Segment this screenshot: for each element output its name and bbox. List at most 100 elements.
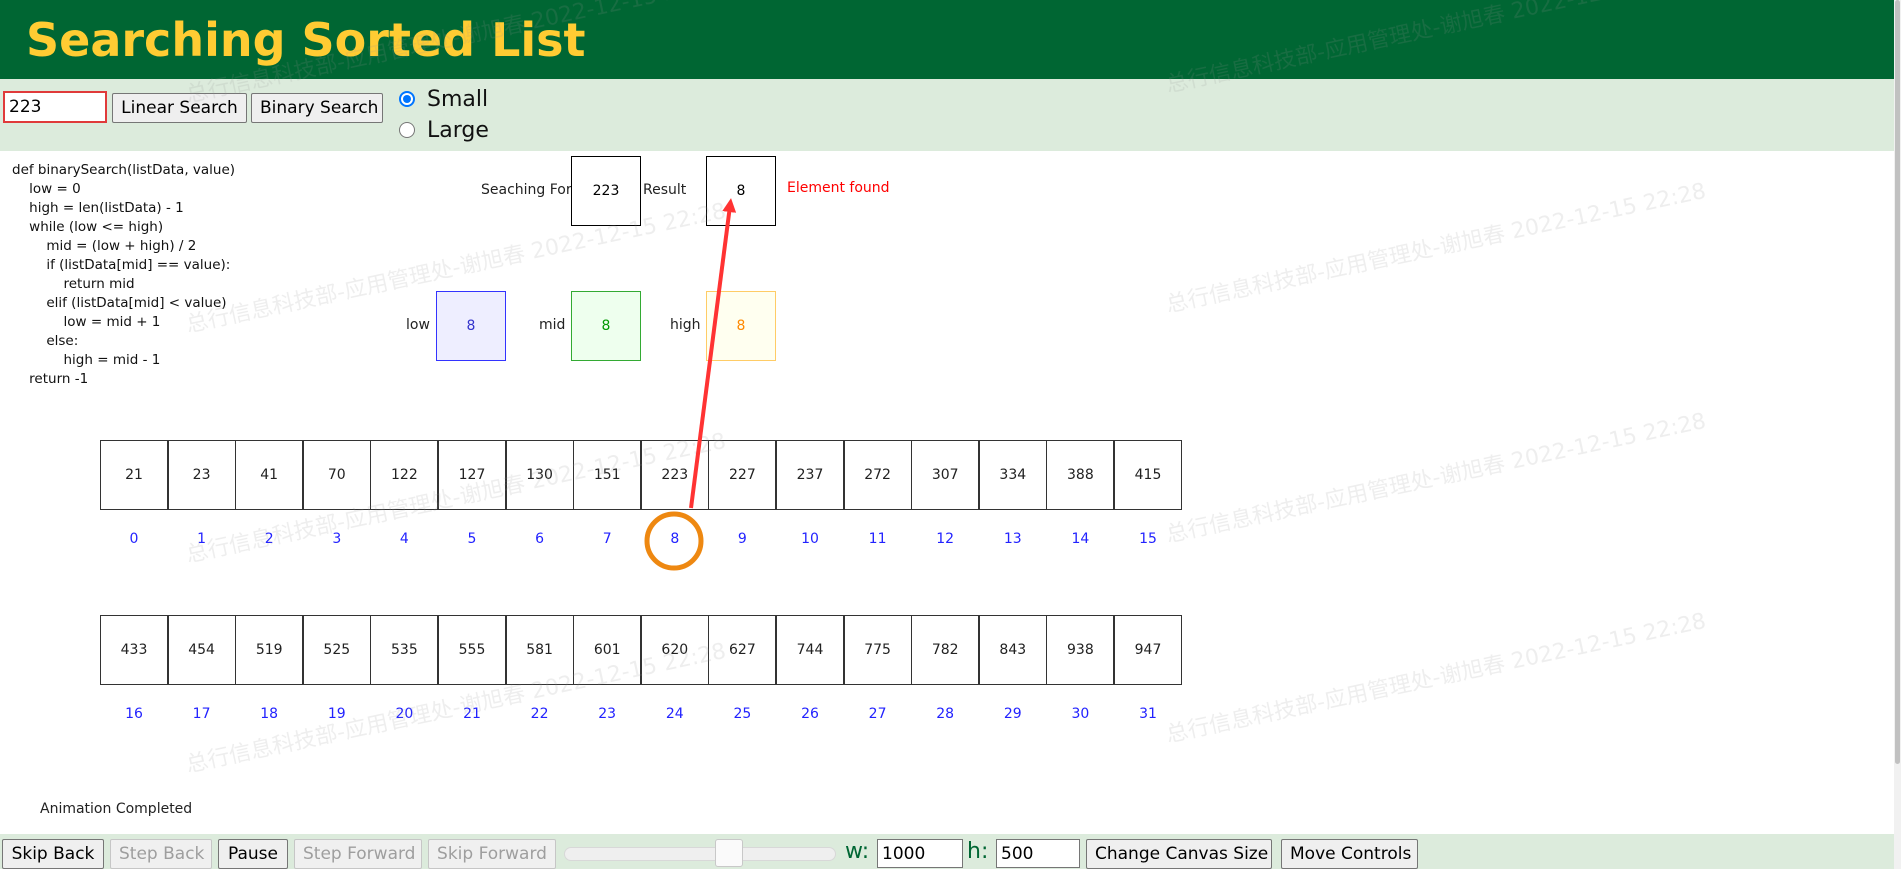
code-line: return mid bbox=[12, 276, 135, 292]
change-canvas-size-button[interactable]: Change Canvas Size bbox=[1086, 839, 1272, 869]
code-line: return -1 bbox=[12, 371, 89, 387]
list-cell: 151 bbox=[573, 440, 642, 510]
list-index: 8 bbox=[670, 531, 680, 547]
result-value: 8 bbox=[736, 183, 746, 199]
list-cell: 130 bbox=[505, 440, 574, 510]
list-cell: 555 bbox=[438, 615, 506, 685]
list-index: 0 bbox=[129, 531, 139, 547]
list-cell: 415 bbox=[1114, 440, 1182, 510]
list-cell: 433 bbox=[100, 615, 168, 685]
list-index: 3 bbox=[332, 531, 342, 547]
list-cell: 41 bbox=[235, 440, 304, 510]
height-label: h: bbox=[967, 839, 989, 864]
binary-search-button[interactable]: Binary Search bbox=[251, 93, 383, 123]
radio-small-label: Small bbox=[427, 87, 489, 112]
list-cell: 535 bbox=[370, 615, 439, 685]
list-index: 30 bbox=[1071, 706, 1090, 722]
slider-track bbox=[564, 847, 836, 861]
watermark-text: 总行信息科技部-应用管理处-谢旭春 2022-12-15 22:28 bbox=[1163, 178, 1709, 318]
code-line: if (listData[mid] == value): bbox=[12, 257, 231, 273]
code-line: def binarySearch(listData, value) bbox=[12, 162, 236, 178]
search-value-input[interactable] bbox=[3, 91, 107, 123]
list-index: 24 bbox=[665, 706, 684, 722]
result-message: Element found bbox=[787, 180, 890, 196]
list-cell: 70 bbox=[302, 440, 371, 510]
slider-thumb[interactable] bbox=[715, 839, 744, 867]
list-index: 21 bbox=[463, 706, 481, 722]
list-cell: 782 bbox=[911, 615, 980, 685]
list-index: 1 bbox=[197, 531, 207, 547]
list-cell: 122 bbox=[370, 440, 439, 510]
result-box: 8 bbox=[706, 156, 776, 226]
low-label: low bbox=[406, 317, 430, 333]
code-line: elif (listData[mid] < value) bbox=[12, 295, 227, 311]
list-index: 25 bbox=[733, 706, 752, 722]
move-controls-button[interactable]: Move Controls bbox=[1281, 839, 1418, 869]
list-cell: 775 bbox=[843, 615, 912, 685]
list-index: 2 bbox=[264, 531, 274, 547]
list-index: 28 bbox=[936, 706, 955, 722]
list-index: 7 bbox=[602, 531, 612, 547]
code-line: high = mid - 1 bbox=[12, 352, 161, 368]
list-index: 10 bbox=[801, 531, 819, 547]
status-text: Animation Completed bbox=[40, 801, 193, 817]
list-cell: 307 bbox=[911, 440, 980, 510]
list-cell: 223 bbox=[640, 440, 709, 510]
list-index: 13 bbox=[1003, 531, 1022, 547]
list-index: 26 bbox=[801, 706, 819, 722]
list-index: 27 bbox=[868, 706, 887, 722]
linear-search-button[interactable]: Linear Search bbox=[112, 93, 247, 123]
list-cell: 127 bbox=[438, 440, 506, 510]
skip-forward-button[interactable]: Skip Forward bbox=[428, 839, 556, 869]
radio-small[interactable] bbox=[399, 91, 415, 107]
low-value: 8 bbox=[466, 318, 476, 334]
list-index: 6 bbox=[535, 531, 545, 547]
step-back-button[interactable]: Step Back bbox=[110, 839, 212, 869]
code-line: while (low <= high) bbox=[12, 219, 164, 235]
list-index: 5 bbox=[467, 531, 477, 547]
list-index: 22 bbox=[530, 706, 549, 722]
list-cell: 744 bbox=[776, 615, 844, 685]
code-line: low = mid + 1 bbox=[12, 314, 161, 330]
list-cell: 525 bbox=[302, 615, 371, 685]
canvas-height-input[interactable] bbox=[996, 839, 1080, 868]
skip-back-button[interactable]: Skip Back bbox=[2, 839, 104, 869]
pause-button[interactable]: Pause bbox=[218, 839, 288, 869]
list-cell: 272 bbox=[843, 440, 912, 510]
list-cell: 843 bbox=[978, 615, 1047, 685]
list-index: 15 bbox=[1139, 531, 1157, 547]
list-cell: 620 bbox=[640, 615, 709, 685]
code-line: high = len(listData) - 1 bbox=[12, 200, 184, 216]
high-value: 8 bbox=[736, 318, 746, 334]
list-index: 16 bbox=[125, 706, 143, 722]
code-line: mid = (low + high) / 2 bbox=[12, 238, 197, 254]
list-index: 20 bbox=[395, 706, 414, 722]
high-label: high bbox=[670, 317, 701, 333]
watermark-text: 总行信息科技部-应用管理处-谢旭春 2022-12-15 22:28 bbox=[1163, 608, 1709, 748]
step-forward-button[interactable]: Step Forward bbox=[294, 839, 422, 869]
watermark-text: 总行信息科技部-应用管理处-谢旭春 2022-12-15 22:28 bbox=[1163, 408, 1709, 548]
list-index: 17 bbox=[192, 706, 211, 722]
list-index: 9 bbox=[737, 531, 747, 547]
animation-speed-slider[interactable] bbox=[564, 839, 836, 867]
list-index: 14 bbox=[1071, 531, 1090, 547]
searching-for-value: 223 bbox=[592, 183, 620, 199]
low-pointer-box: 8 bbox=[436, 291, 506, 361]
list-index: 18 bbox=[260, 706, 279, 722]
list-index: 19 bbox=[327, 706, 346, 722]
result-label: Result bbox=[643, 182, 687, 198]
list-cell: 938 bbox=[1046, 615, 1115, 685]
list-cell: 947 bbox=[1114, 615, 1182, 685]
list-index: 31 bbox=[1139, 706, 1157, 722]
list-cell: 23 bbox=[167, 440, 236, 510]
canvas-width-input[interactable] bbox=[877, 839, 963, 868]
list-cell: 388 bbox=[1046, 440, 1115, 510]
list-cell: 627 bbox=[708, 615, 777, 685]
searching-for-box: 223 bbox=[571, 156, 641, 226]
list-cell: 237 bbox=[776, 440, 844, 510]
list-cell: 519 bbox=[235, 615, 304, 685]
scrollbar-thumb[interactable] bbox=[1895, 0, 1900, 764]
radio-large[interactable] bbox=[399, 122, 415, 138]
vertical-scrollbar[interactable] bbox=[1894, 0, 1901, 869]
list-index: 29 bbox=[1003, 706, 1022, 722]
